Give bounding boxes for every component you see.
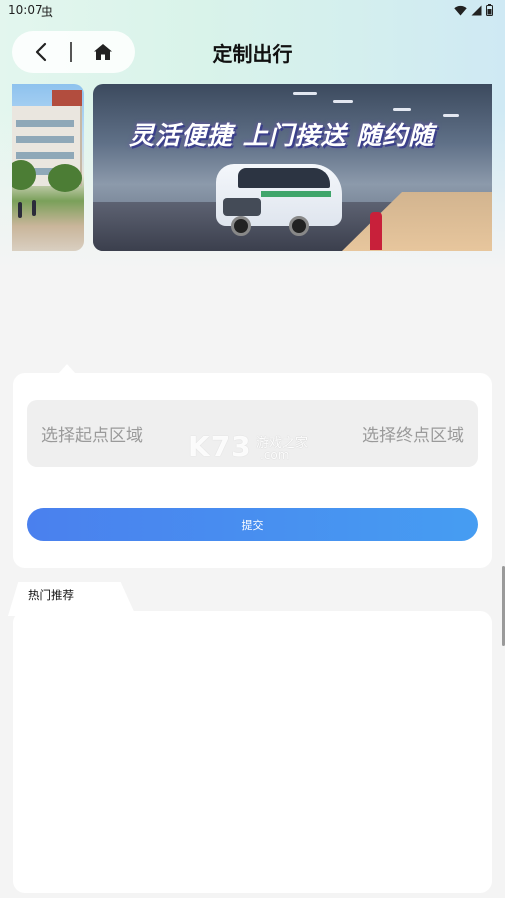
signal-icon — [471, 5, 482, 15]
watermark-k73: K73 — [188, 430, 252, 463]
banner-window — [16, 152, 74, 159]
watermark-domain: .com — [260, 448, 290, 462]
hot-recommend-title: 热门推荐 — [28, 588, 74, 602]
banner-person — [18, 202, 22, 218]
battery-icon — [486, 4, 493, 16]
submit-button[interactable]: 提交 — [27, 508, 478, 541]
banner-car-grille — [223, 198, 261, 216]
banner-ceiling-light — [333, 100, 353, 103]
wifi-icon — [454, 5, 467, 15]
page-title: 定制出行 — [212, 42, 293, 66]
banner-slide-previous[interactable] — [12, 84, 84, 251]
banner-ceiling-light — [443, 114, 459, 117]
banner-slogan: 灵活便捷 上门接送 随约随 — [129, 121, 435, 150]
hot-recommend-panel — [13, 611, 492, 893]
banner-slide-current[interactable]: 灵活便捷 上门接送 随约随 — [93, 84, 492, 251]
banner-window — [16, 120, 74, 127]
banner-ceiling-light — [293, 92, 317, 95]
watermark-logo: K73 游戏之家 .com — [188, 430, 318, 466]
banner-window — [16, 136, 74, 143]
banner-car-wheel — [289, 216, 309, 236]
status-bar: 10:07 虫 — [0, 0, 505, 22]
banner-hydrant — [370, 212, 382, 250]
banner-ceiling-light — [393, 108, 411, 111]
banner-person — [32, 200, 36, 216]
banner-car-stripe — [261, 191, 331, 197]
end-region-picker[interactable]: 选择终点区域 — [362, 421, 464, 446]
start-region-picker[interactable]: 选择起点区域 — [41, 421, 143, 446]
status-icons — [454, 4, 493, 16]
status-time: 10:07 — [8, 3, 43, 17]
banner-car-window — [238, 168, 330, 188]
banner-car-wheel — [231, 216, 251, 236]
notification-glyph: 虫 — [41, 5, 54, 19]
banner-tree — [48, 164, 82, 192]
